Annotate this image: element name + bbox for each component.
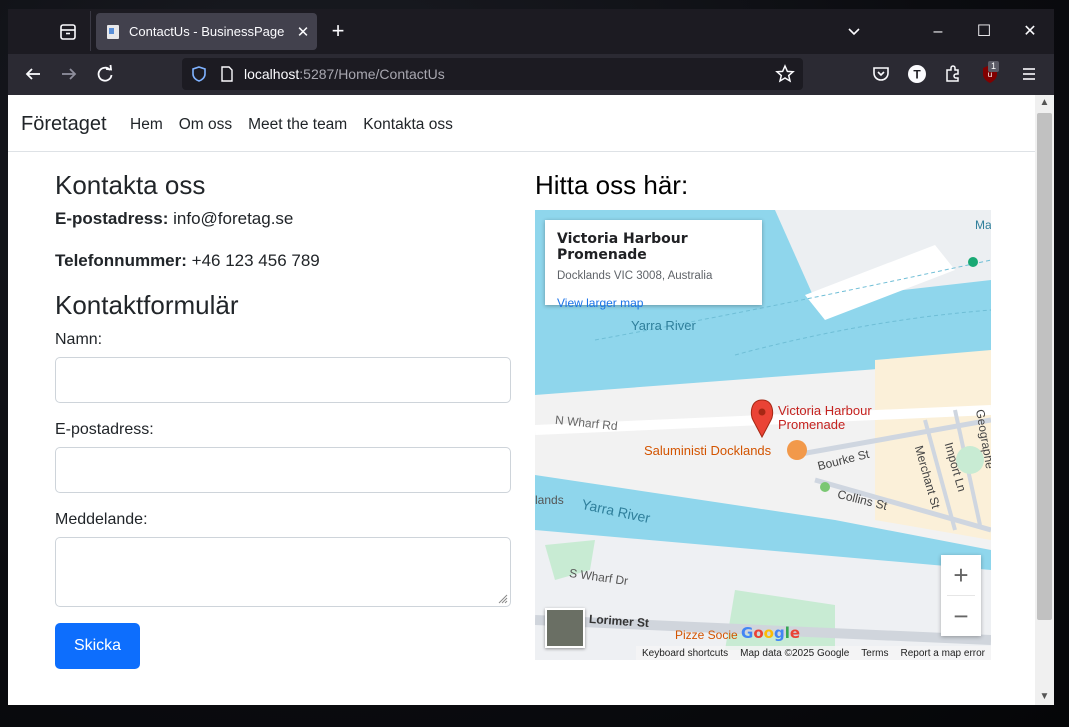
map-attribution-bar: Keyboard shortcuts Map data ©2025 Google… <box>635 646 991 661</box>
scroll-up-arrow-icon[interactable]: ▲ <box>1035 95 1054 111</box>
keyboard-shortcuts-link[interactable]: Keyboard shortcuts <box>642 648 728 659</box>
nav-link-meet-the-team[interactable]: Meet the team <box>248 116 347 134</box>
bookmark-star-icon[interactable] <box>775 64 795 84</box>
form-heading: Kontaktformulär <box>55 290 239 321</box>
site-navbar: Företaget Hem Om oss Meet the team Konta… <box>8 95 1035 152</box>
map-label-pin-2: Promenade <box>778 417 846 433</box>
nav-link-om-oss[interactable]: Om oss <box>179 116 232 134</box>
reload-icon[interactable] <box>94 63 116 85</box>
minimize-window-icon[interactable]: – <box>923 19 953 45</box>
page-scrollbar[interactable]: ▲ ▼ <box>1035 95 1054 705</box>
map-label-yarra-top: Yarra River <box>631 318 696 334</box>
map-label-pin-1: Victoria Harbour <box>778 403 872 419</box>
nav-link-kontakta-oss[interactable]: Kontakta oss <box>363 116 453 134</box>
tab-title: ContactUs - BusinessPage <box>129 24 285 39</box>
tab-divider <box>90 11 91 51</box>
map-label-pizze: Pizze Socie <box>675 628 738 643</box>
contact-phone-label: Telefonnummer: <box>55 251 187 271</box>
zoom-in-button[interactable]: + <box>941 555 981 595</box>
resize-grip-icon[interactable] <box>496 592 508 604</box>
svg-text:T: T <box>913 68 921 82</box>
list-all-tabs-icon[interactable] <box>844 23 864 41</box>
new-tab-button[interactable]: + <box>326 19 350 43</box>
tracking-protection-shield-icon[interactable] <box>190 65 208 83</box>
map-zoom-control: + − <box>941 555 981 637</box>
map-place-name: Victoria Harbour Promenade <box>557 231 688 264</box>
maximize-window-icon[interactable]: ☐ <box>969 19 999 45</box>
email-label: E-postadress: <box>55 421 154 439</box>
tab-close-icon[interactable]: ✕ <box>289 23 317 41</box>
name-input[interactable] <box>55 357 511 404</box>
contact-email-label: E-postadress: <box>55 209 169 229</box>
submit-button[interactable]: Skicka <box>55 623 140 670</box>
email-input[interactable] <box>55 447 511 494</box>
nav-link-hem[interactable]: Hem <box>130 116 163 134</box>
google-map[interactable]: Yarra River Victoria Harbour Promenade N… <box>535 210 991 661</box>
web-page: Företaget Hem Om oss Meet the team Konta… <box>8 95 1035 705</box>
name-label: Namn: <box>55 331 103 349</box>
contact-phone-value: +46 123 456 789 <box>191 251 320 271</box>
contact-email-value: info@foretag.se <box>173 209 294 229</box>
back-arrow-icon[interactable] <box>22 63 44 85</box>
hamburger-menu-icon[interactable] <box>1018 63 1040 85</box>
scrollbar-thumb[interactable] <box>1037 113 1052 620</box>
address-bar[interactable]: localhost:5287/Home/ContactUs <box>182 58 803 90</box>
forward-arrow-icon[interactable] <box>58 63 80 85</box>
site-nav-links: Hem Om oss Meet the team Kontakta oss <box>130 116 453 134</box>
message-label: Meddelande: <box>55 511 148 529</box>
message-textarea[interactable] <box>55 537 511 608</box>
url-text[interactable]: localhost:5287/Home/ContactUs <box>244 66 445 82</box>
terms-link[interactable]: Terms <box>861 648 888 659</box>
report-map-error-link[interactable]: Report a map error <box>901 648 985 659</box>
view-larger-map-link[interactable]: View larger map <box>557 296 750 310</box>
map-heading: Hitta oss här: <box>535 170 689 200</box>
browser-tab-active[interactable]: ContactUs - BusinessPage ✕ <box>96 13 317 50</box>
firefox-view-icon[interactable] <box>58 23 78 41</box>
site-brand[interactable]: Företaget <box>21 113 107 136</box>
map-place-card: Victoria Harbour Promenade Docklands VIC… <box>545 220 762 310</box>
map-label-lands: lands <box>535 493 564 508</box>
google-logo: Google <box>741 624 801 643</box>
contact-column: Kontakta oss E-postadress: info@foretag.… <box>55 170 511 670</box>
page-info-icon[interactable] <box>220 66 234 82</box>
zoom-out-button[interactable]: − <box>941 596 981 636</box>
account-avatar-icon[interactable]: T <box>906 63 928 85</box>
map-place-address: Docklands VIC 3008, Australia <box>557 270 713 283</box>
map-label-ma: Ma <box>975 218 991 233</box>
contact-email: E-postadress: info@foretag.se <box>55 209 511 229</box>
close-window-icon[interactable]: ✕ <box>1015 19 1045 45</box>
contact-heading: Kontakta oss <box>55 170 206 200</box>
map-label-saluministi: Saluministi Docklands <box>644 443 772 459</box>
pocket-icon[interactable] <box>870 63 892 85</box>
extension-badge: 1 <box>988 61 1000 72</box>
browser-window: ContactUs - BusinessPage ✕ + – ☐ ✕ local… <box>8 9 1054 705</box>
contact-phone: Telefonnummer: +46 123 456 789 <box>55 251 511 271</box>
map-column: Hitta oss här: Yarra River Victoria Harb… <box>535 170 991 661</box>
tab-strip: ContactUs - BusinessPage ✕ + – ☐ ✕ <box>8 9 1054 54</box>
map-data-credit: Map data ©2025 Google <box>740 647 850 659</box>
page-favicon-icon <box>107 24 119 39</box>
satellite-toggle-thumbnail[interactable] <box>545 608 585 649</box>
extensions-puzzle-icon[interactable] <box>942 63 964 85</box>
navigation-toolbar: localhost:5287/Home/ContactUs T u <box>8 54 1054 95</box>
scroll-down-arrow-icon[interactable]: ▼ <box>1035 689 1054 705</box>
